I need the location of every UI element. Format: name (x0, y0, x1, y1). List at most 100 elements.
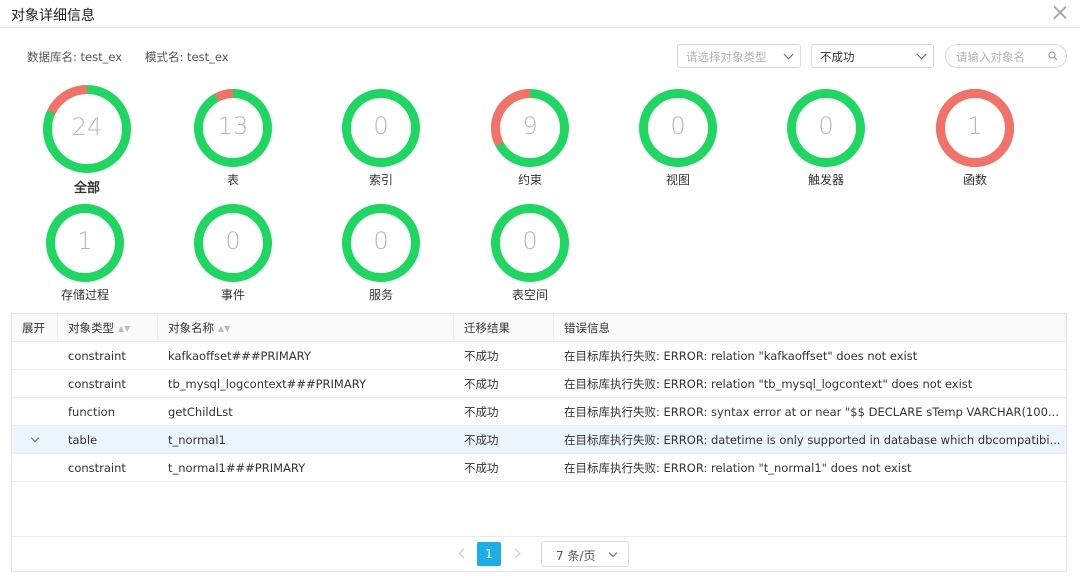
table-row[interactable]: constraint kafkaoffset###PRIMARY 不成功 在目标库执行… (12, 342, 1066, 370)
table-row[interactable]: table t_normal1 不成功 在目标库执行失败: ERROR: dateti… (12, 426, 1066, 454)
object-type-placeholder: 请选择对象类型 (686, 50, 767, 64)
name-cell: t_normal1###PRIMARY (168, 461, 306, 475)
name-cell: t_normal1 (168, 433, 226, 447)
expand-cell[interactable] (12, 342, 58, 370)
close-icon[interactable] (1052, 4, 1068, 20)
gauge-count: 1 (967, 112, 983, 140)
result-cell: 不成功 (464, 349, 499, 363)
gauge-label: 存储过程 (60, 288, 109, 302)
result-cell: 不成功 (464, 377, 499, 391)
name-cell: kafkaoffset###PRIMARY (168, 349, 311, 363)
schema-info: 模式名: test_ex (145, 49, 229, 65)
gauge-count: 1 (77, 227, 93, 255)
gauge-label: 全部 (73, 181, 100, 196)
error-cell: 在目标库执行失败: ERROR: relation "t_normal1" do… (564, 461, 912, 475)
result-cell: 不成功 (464, 405, 499, 419)
gauge-item[interactable]: 9 约束 (490, 88, 570, 206)
schema-value: test_ex (187, 50, 229, 64)
error-cell: 在目标库执行失败: ERROR: relation "tb_mysql_logc… (564, 377, 973, 391)
header-name[interactable]: 对象名称 ▲▼ (158, 314, 454, 342)
type-cell: constraint (68, 461, 126, 475)
gauge-count: 0 (373, 227, 389, 255)
chevron-down-icon (783, 49, 794, 60)
gauge-label: 表 (226, 173, 239, 187)
table-empty-area (12, 482, 1066, 537)
page-1-button[interactable]: 1 (477, 542, 501, 566)
type-cell: function (68, 405, 115, 419)
search-placeholder: 请输入对象名 (956, 50, 1025, 64)
expand-cell[interactable] (12, 454, 58, 482)
table-row[interactable]: constraint tb_mysql_logcontext###PRIMARY 不… (12, 370, 1066, 398)
gauge-item[interactable]: 13 表 (193, 88, 273, 206)
prev-page-icon[interactable] (455, 547, 469, 561)
object-name-search-input[interactable]: 请输入对象名 (945, 44, 1067, 68)
table-row[interactable]: function getChildLst 不成功 在目标库执行失败: ERROR: s… (12, 398, 1066, 426)
gauge-count: 0 (225, 227, 241, 255)
dialog-title: 对象详细信息 (11, 8, 95, 24)
header-error: 错误信息 (554, 314, 1066, 342)
gauge-item[interactable]: 1 函数 (935, 88, 1015, 206)
error-cell: 在目标库执行失败: ERROR: relation "kafkaoffset" … (564, 349, 918, 363)
gauge-label: 事件 (220, 288, 245, 302)
name-cell: tb_mysql_logcontext###PRIMARY (168, 377, 366, 391)
gauge-label: 触发器 (807, 173, 844, 187)
header-type-label: 对象类型 (68, 321, 114, 335)
gauge-label: 服务 (368, 288, 393, 302)
header-expand: 展开 (12, 314, 58, 342)
page-size-select[interactable]: 7 条/页 (541, 541, 629, 567)
gauge-item[interactable]: 0 事件 (193, 203, 273, 321)
expand-cell[interactable] (12, 370, 58, 398)
database-value: test_ex (80, 50, 123, 64)
gauge-label: 约束 (517, 173, 542, 187)
gauge-item[interactable]: 0 服务 (341, 203, 421, 321)
gauge-item[interactable]: 0 触发器 (786, 88, 866, 206)
database-label: 数据库名: (27, 50, 77, 64)
error-cell: 在目标库执行失败: ERROR: datetime is only suppor… (564, 433, 1061, 447)
gauge-count: 0 (818, 112, 834, 140)
status-select[interactable]: 不成功 (811, 44, 934, 68)
gauge-count: 24 (71, 113, 103, 141)
chevron-down-icon (608, 548, 618, 558)
sort-icon: ▲▼ (118, 323, 131, 333)
gauge-label: 视图 (665, 173, 690, 187)
expand-cell[interactable] (12, 426, 58, 454)
search-icon (1048, 51, 1058, 61)
gauge-label: 索引 (368, 173, 393, 187)
status-value: 不成功 (820, 50, 855, 64)
table-row[interactable]: constraint t_normal1###PRIMARY 不成功 在目标库执行失败… (12, 454, 1066, 482)
gauge-count: 9 (522, 112, 538, 140)
result-cell: 不成功 (464, 433, 499, 447)
gauge-item[interactable]: 0 索引 (341, 88, 421, 206)
header-result: 迁移结果 (454, 314, 554, 342)
type-cell: constraint (68, 377, 126, 391)
type-cell: constraint (68, 349, 126, 363)
object-type-select[interactable]: 请选择对象类型 (677, 44, 801, 68)
gauge-item[interactable]: 0 视图 (638, 88, 718, 206)
gauge-count: 0 (522, 227, 538, 255)
result-table: 展开 对象类型 ▲▼ 对象名称 ▲▼ 迁移结果 错误信息 constraint kaf… (11, 313, 1067, 572)
chevron-down-icon (916, 49, 927, 60)
header-type[interactable]: 对象类型 ▲▼ (58, 314, 158, 342)
chevron-down-icon[interactable] (30, 433, 40, 443)
next-page-icon[interactable] (510, 547, 524, 561)
error-cell: 在目标库执行失败: ERROR: syntax error at or near… (564, 405, 1059, 419)
page-size-value: 7 条/页 (556, 549, 596, 563)
gauge-item[interactable]: 0 表空间 (490, 203, 570, 321)
gauge-label: 表空间 (511, 288, 548, 302)
result-cell: 不成功 (464, 461, 499, 475)
name-cell: getChildLst (168, 405, 233, 419)
dialog-header: 对象详细信息 (0, 0, 1080, 28)
table-header: 展开 对象类型 ▲▼ 对象名称 ▲▼ 迁移结果 错误信息 (12, 314, 1066, 342)
database-info: 数据库名: test_ex (27, 49, 122, 65)
gauge-label: 函数 (962, 173, 987, 187)
gauge-count: 0 (373, 112, 389, 140)
sort-icon: ▲▼ (218, 323, 231, 333)
gauge-item[interactable]: 24 全部 (42, 84, 132, 202)
expand-cell[interactable] (12, 398, 58, 426)
gauge-count: 0 (670, 112, 686, 140)
header-name-label: 对象名称 (168, 321, 214, 335)
gauge-count: 13 (217, 112, 249, 140)
type-cell: table (68, 433, 98, 447)
schema-label: 模式名: (145, 50, 184, 64)
gauge-item[interactable]: 1 存储过程 (45, 203, 125, 321)
